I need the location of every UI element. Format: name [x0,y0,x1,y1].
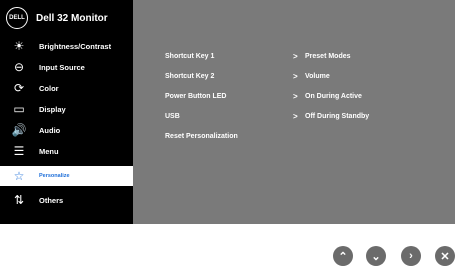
chevron-right-icon: > [293,71,298,81]
setting-row[interactable]: Power Button LED > On During Active [165,90,362,102]
osd-header: DELL Dell 32 Monitor [0,0,133,36]
chevron-right-icon: > [293,91,298,101]
color-icon: ⟳ [13,81,25,95]
sidebar-item-label: Audio [39,125,61,135]
chevron-right-icon: > [293,111,298,121]
sidebar-item-label: Brightness/Contrast [39,41,112,51]
sidebar-item-label: Input Source [39,62,85,72]
sidebar-item-label: Personalize [39,173,70,179]
menu-icon: ☰ [13,144,25,158]
right-button[interactable]: › [401,246,421,266]
setting-value: On During Active [305,92,362,100]
sidebar-item-display[interactable]: ▭ Display [0,99,133,119]
monitor-title: Dell 32 Monitor [36,12,108,24]
sidebar-item-label: Display [39,104,66,114]
sidebar-item-personalize[interactable]: ☆ Personalize [0,166,133,186]
sidebar-item-label: Menu [39,146,59,156]
setting-row[interactable]: Shortcut Key 2 > Volume [165,70,330,82]
sidebar-item-others[interactable]: ⇅ Others [0,190,133,210]
setting-key: Power Button LED [165,92,227,100]
brightness-icon: ☀ [13,39,25,53]
setting-key: Shortcut Key 2 [165,72,215,80]
sidebar-item-label: Color [39,83,59,93]
setting-key: USB [165,112,180,120]
setting-key: Reset Personalization [165,132,238,140]
sidebar-item-label: Others [39,195,64,205]
star-icon: ☆ [13,169,25,183]
close-button[interactable]: ✕ [435,246,455,266]
setting-value: Off During Standby [305,112,370,120]
setting-key: Shortcut Key 1 [165,52,215,60]
sidebar-item-color[interactable]: ⟳ Color [0,78,133,98]
sidebar-item-brightness-contrast[interactable]: ☀ Brightness/Contrast [0,36,133,56]
up-button[interactable]: ⌃ [333,246,353,266]
others-icon: ⇅ [13,193,25,207]
dell-logo: DELL [6,7,28,29]
setting-row[interactable]: USB > Off During Standby [165,110,369,122]
setting-row[interactable]: Reset Personalization [165,130,293,142]
setting-value: Volume [305,72,330,80]
sidebar-item-audio[interactable]: 🔊 Audio [0,120,133,140]
chevron-right-icon: > [293,51,298,61]
setting-row[interactable]: Shortcut Key 1 > Preset Modes [165,50,351,62]
display-icon: ▭ [13,102,25,116]
setting-value: Preset Modes [305,52,351,60]
down-button[interactable]: ⌄ [366,246,386,266]
sidebar-item-menu[interactable]: ☰ Menu [0,141,133,161]
audio-icon: 🔊 [11,123,27,137]
monitor-osd: DELL Dell 32 Monitor ☀ Brightness/Contras… [0,0,455,224]
sidebar: DELL Dell 32 Monitor ☀ Brightness/Contras… [0,0,133,224]
sidebar-item-input-source[interactable]: ⊖ Input Source [0,57,133,77]
input-source-icon: ⊖ [13,60,25,74]
